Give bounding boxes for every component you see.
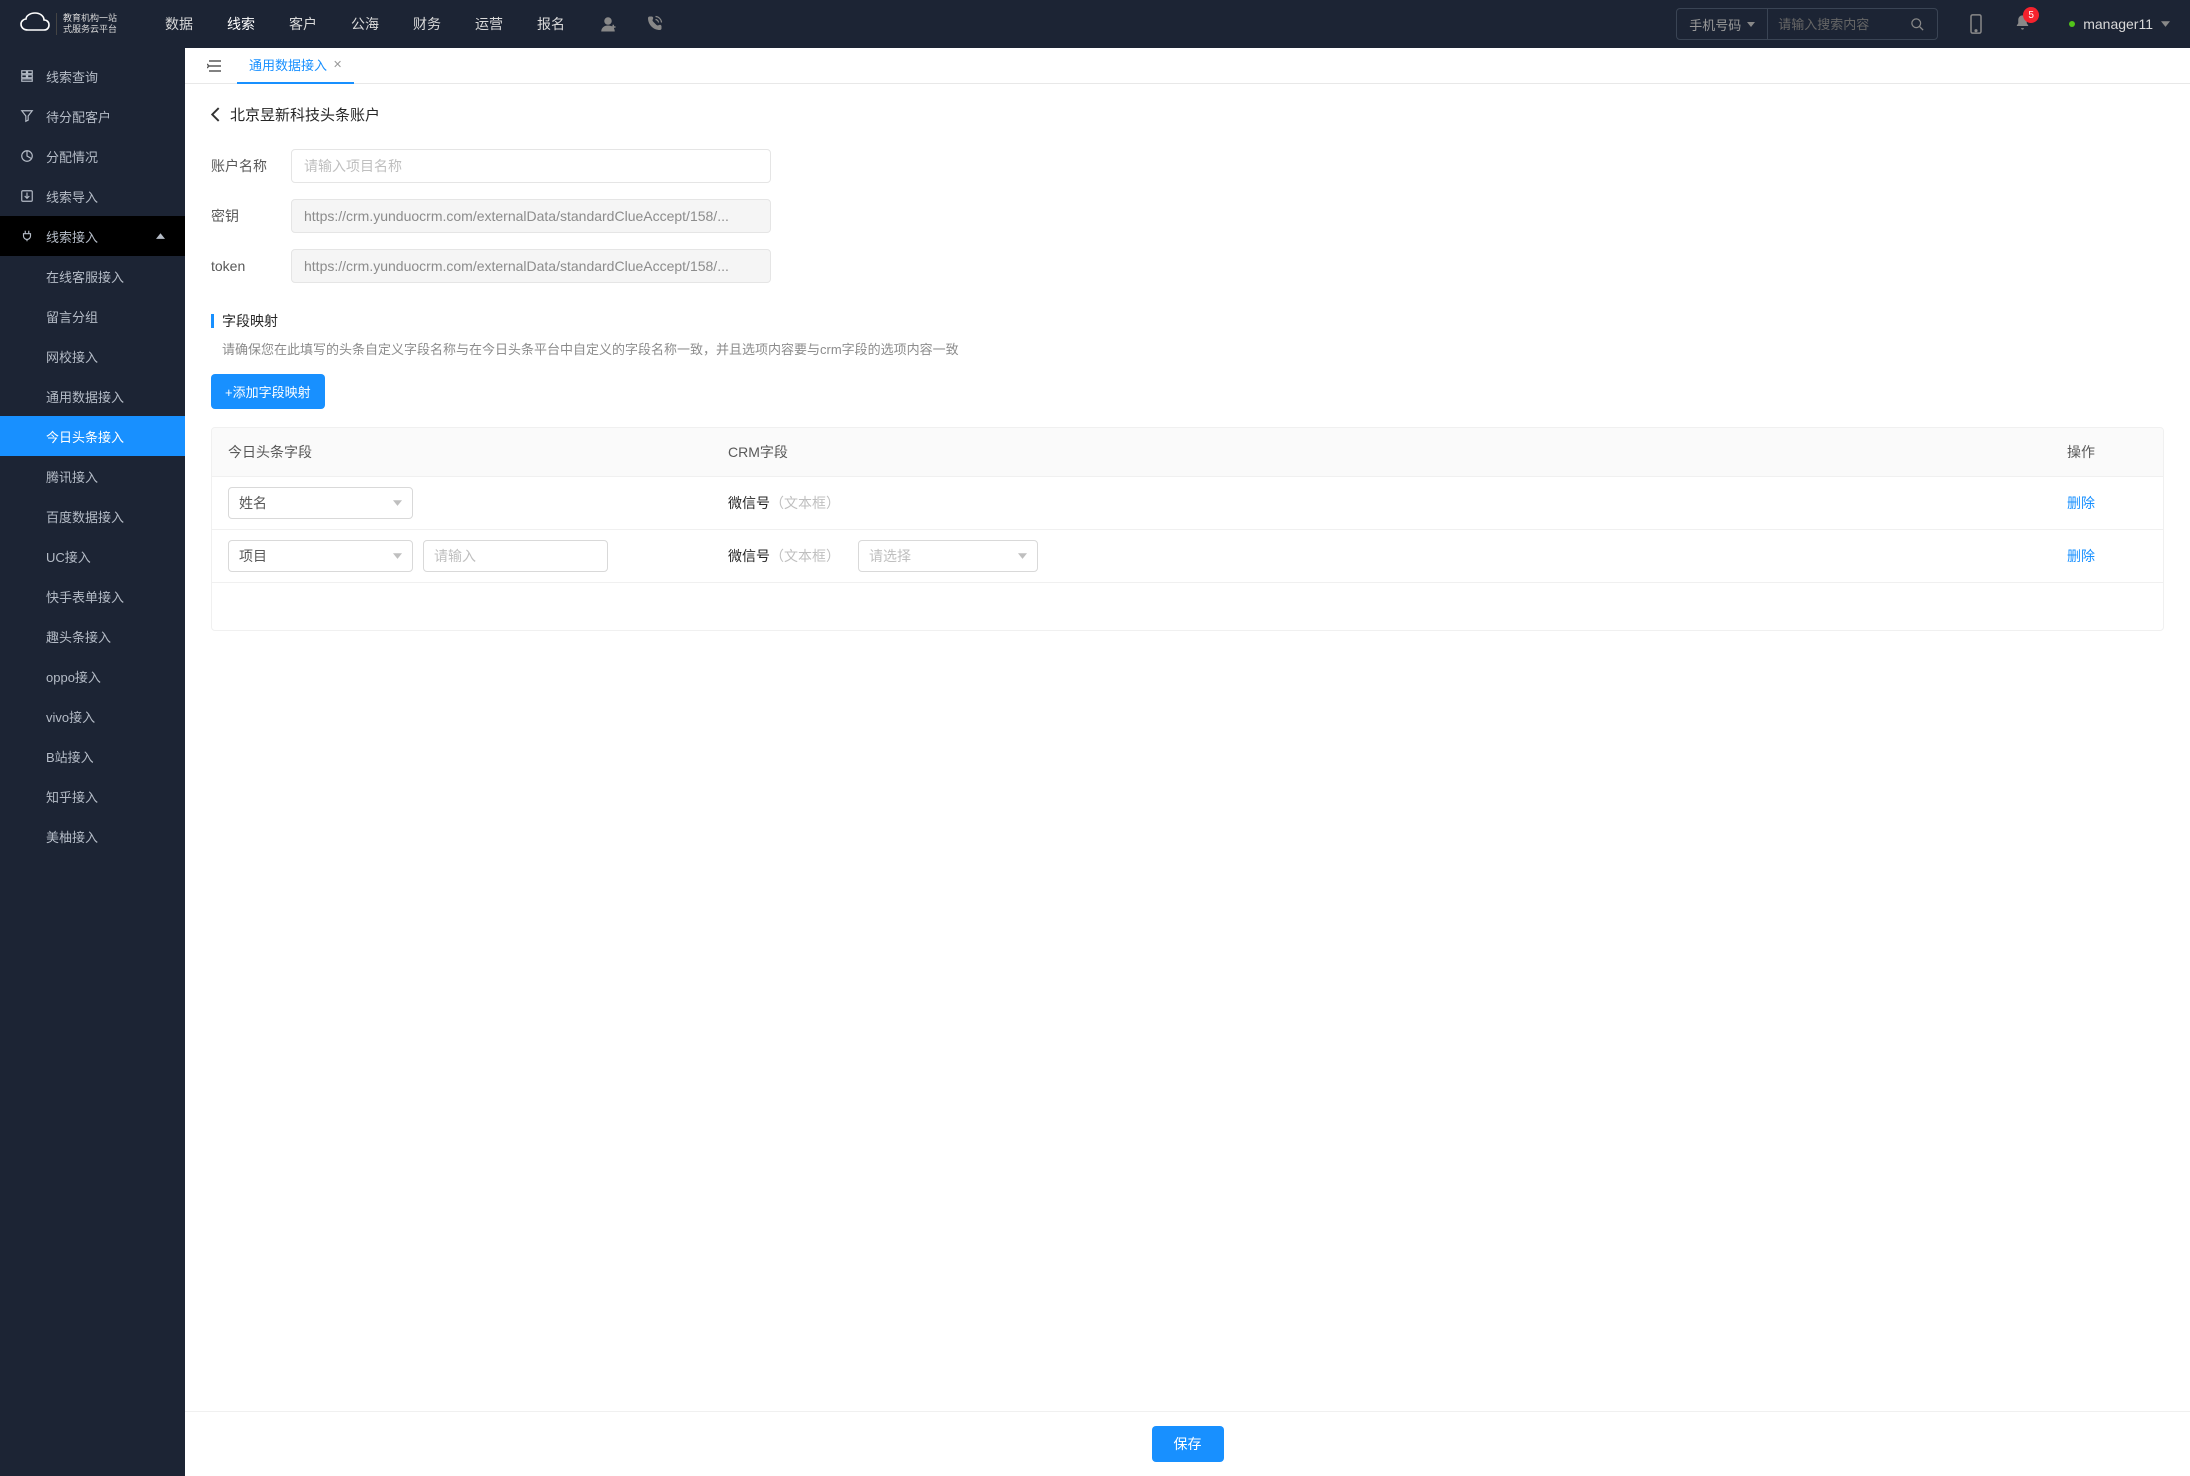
search-icon [1910, 17, 1925, 32]
toutiao-field-select[interactable]: 项目 [228, 540, 413, 572]
sidebar-sub-kuaishou[interactable]: 快手表单接入 [0, 576, 185, 616]
nav-data[interactable]: 数据 [165, 14, 193, 34]
cloud-logo-icon [20, 12, 50, 36]
crm-field-label: 微信号 [728, 495, 770, 511]
notifications-button[interactable]: 5 [2014, 13, 2031, 35]
token-label: token [211, 258, 283, 274]
username: manager11 [2083, 16, 2153, 32]
th-action: 操作 [2067, 442, 2147, 462]
section-tip: 请确保您在此填写的头条自定义字段名称与在今日头条平台中自定义的字段名称一致，并且… [222, 339, 2164, 358]
topbar: 教育机构一站 式服务云平台 数据 线索 客户 公海 财务 运营 报名 手机号码 … [0, 0, 2190, 48]
pie-icon [20, 149, 34, 163]
secret-label: 密钥 [211, 206, 283, 226]
chevron-down-icon [1018, 553, 1027, 559]
sidebar-sub-generic[interactable]: 通用数据接入 [0, 376, 185, 416]
nav-ops[interactable]: 运营 [475, 14, 503, 34]
tab-generic-data[interactable]: 通用数据接入 ✕ [237, 48, 354, 84]
secret-input[interactable] [291, 199, 771, 233]
search-type-select[interactable]: 手机号码 [1677, 9, 1768, 39]
th-toutiao-field: 今日头条字段 [228, 442, 728, 462]
crm-field-hint: （文本框） [770, 548, 840, 564]
account-input[interactable] [291, 149, 771, 183]
table-header: 今日头条字段 CRM字段 操作 [212, 428, 2163, 476]
status-dot-icon [2069, 21, 2075, 27]
user-add-icon[interactable] [599, 15, 617, 33]
nav-clue[interactable]: 线索 [227, 14, 255, 34]
delete-row-link[interactable]: 删除 [2067, 548, 2095, 564]
sidebar-sub-uc[interactable]: UC接入 [0, 536, 185, 576]
extra-input[interactable] [423, 540, 608, 572]
token-input[interactable] [291, 249, 771, 283]
sidebar: 线索查询 待分配客户 分配情况 线索导入 线索接入 在线客服接入 留言分组 网校… [0, 48, 185, 1476]
add-mapping-button[interactable]: +添加字段映射 [211, 374, 325, 409]
import-icon [20, 189, 34, 203]
nav-sea[interactable]: 公海 [351, 14, 379, 34]
th-crm-field: CRM字段 [728, 442, 2067, 462]
sidebar-item-access[interactable]: 线索接入 [0, 216, 185, 256]
nav-items: 数据 线索 客户 公海 财务 运营 报名 [165, 14, 565, 34]
sidebar-sub-oppo[interactable]: oppo接入 [0, 656, 185, 696]
chevron-left-icon [211, 107, 220, 122]
sidebar-sub-school[interactable]: 网校接入 [0, 336, 185, 376]
sidebar-sub-online-cs[interactable]: 在线客服接入 [0, 256, 185, 296]
sidebar-sub-tencent[interactable]: 腾讯接入 [0, 456, 185, 496]
sidebar-sub-zhihu[interactable]: 知乎接入 [0, 776, 185, 816]
tabs-bar: 通用数据接入 ✕ [185, 48, 2190, 84]
nav-customer[interactable]: 客户 [289, 14, 317, 34]
section-title: 字段映射 [222, 311, 278, 331]
sidebar-sub-qutoutiao[interactable]: 趣头条接入 [0, 616, 185, 656]
footer-bar: 保存 [185, 1411, 2190, 1476]
call-icon[interactable] [645, 15, 663, 33]
breadcrumb: 北京昱新科技头条账户 [211, 104, 2164, 125]
sidebar-toggle-button[interactable] [197, 60, 231, 72]
mapping-table: 今日头条字段 CRM字段 操作 姓名 微信号（文本框） 删除 [211, 427, 2164, 631]
logo-sub1: 教育机构一站 [63, 13, 117, 24]
table-row: 姓名 微信号（文本框） 删除 [212, 476, 2163, 529]
section-bar-icon [211, 314, 214, 328]
notification-badge: 5 [2023, 7, 2039, 23]
sidebar-item-import[interactable]: 线索导入 [0, 176, 185, 216]
menu-collapse-icon [207, 60, 221, 72]
sidebar-sub-message-group[interactable]: 留言分组 [0, 296, 185, 336]
sidebar-item-clue-query[interactable]: 线索查询 [0, 56, 185, 96]
user-menu[interactable]: manager11 [2069, 16, 2170, 32]
chevron-down-icon [393, 500, 402, 506]
chevron-down-icon [1747, 22, 1755, 27]
sidebar-sub-vivo[interactable]: vivo接入 [0, 696, 185, 736]
chevron-up-icon [156, 233, 165, 239]
content-area: 通用数据接入 ✕ 北京昱新科技头条账户 账户名称 密钥 token [185, 48, 2190, 1476]
search-wrap: 手机号码 [1676, 8, 1938, 40]
account-label: 账户名称 [211, 156, 283, 176]
sidebar-sub-baidu[interactable]: 百度数据接入 [0, 496, 185, 536]
page-title: 北京昱新科技头条账户 [230, 104, 380, 125]
tab-close-button[interactable]: ✕ [333, 58, 342, 71]
crm-field-hint: （文本框） [770, 495, 840, 511]
chevron-down-icon [2161, 21, 2170, 27]
search-button[interactable] [1898, 17, 1937, 32]
nav-finance[interactable]: 财务 [413, 14, 441, 34]
nav-signup[interactable]: 报名 [537, 14, 565, 34]
sidebar-sub-toutiao[interactable]: 今日头条接入 [0, 416, 185, 456]
sidebar-sub-meiyou[interactable]: 美柚接入 [0, 816, 185, 856]
back-button[interactable] [211, 107, 220, 122]
mobile-icon[interactable] [1968, 14, 1984, 34]
sidebar-item-pending[interactable]: 待分配客户 [0, 96, 185, 136]
sidebar-item-allocation[interactable]: 分配情况 [0, 136, 185, 176]
grid-icon [20, 69, 34, 83]
search-input[interactable] [1768, 17, 1898, 32]
plug-icon [20, 229, 34, 243]
funnel-icon [20, 109, 34, 123]
crm-value-select[interactable]: 请选择 [858, 540, 1038, 572]
logo-sub2: 式服务云平台 [63, 24, 117, 35]
logo[interactable]: 教育机构一站 式服务云平台 [20, 12, 117, 36]
delete-row-link[interactable]: 删除 [2067, 495, 2095, 511]
table-row-empty [212, 582, 2163, 630]
toutiao-field-select[interactable]: 姓名 [228, 487, 413, 519]
save-button[interactable]: 保存 [1152, 1426, 1224, 1462]
chevron-down-icon [393, 553, 402, 559]
sidebar-sub-bilibili[interactable]: B站接入 [0, 736, 185, 776]
table-row: 项目 微信号（文本框） 请选择 删除 [212, 529, 2163, 582]
crm-field-label: 微信号 [728, 548, 770, 564]
